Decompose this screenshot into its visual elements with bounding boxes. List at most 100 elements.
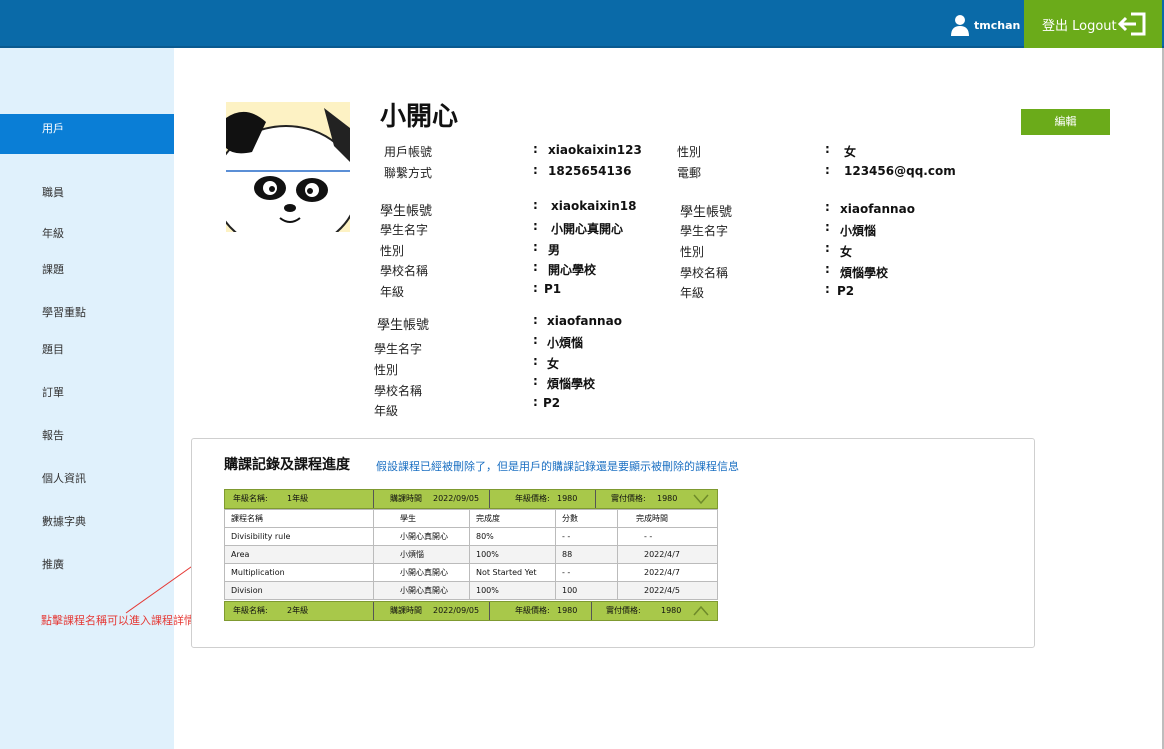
progress-cell: 80% bbox=[469, 527, 556, 546]
logout-label: 登出 Logout bbox=[1042, 18, 1117, 34]
student-gender-label: 性別 bbox=[374, 363, 399, 377]
table-row: Division 小開心真開心 100% 100 2022/4/5 bbox=[224, 581, 718, 600]
purchase-time-label: 購課時間 bbox=[390, 606, 422, 615]
column-header-completion-time: 完成時間 bbox=[617, 509, 718, 528]
course-name-link[interactable]: Multiplication bbox=[224, 563, 374, 582]
student-school-label: 學校名稱 bbox=[374, 384, 423, 398]
student-cell: 小開心真開心 bbox=[373, 527, 470, 546]
course-record-note: 假設課程已經被刪除了，但是用戶的購課記錄還是要顯示被刪除的課程信息 bbox=[376, 460, 739, 473]
student-school-label: 學校名稱 bbox=[380, 264, 429, 278]
score-cell: 100 bbox=[555, 581, 618, 600]
email-label: 電郵 bbox=[677, 166, 702, 180]
colon: : bbox=[533, 354, 538, 368]
paid-price-label: 實付價格: bbox=[606, 606, 641, 615]
grade-name: 1年級 bbox=[287, 494, 309, 503]
colon: : bbox=[825, 262, 830, 276]
student-account-label: 學生帳號 bbox=[377, 318, 430, 333]
course-name-link[interactable]: Divisibility rule bbox=[224, 527, 374, 546]
progress-cell: 100% bbox=[469, 545, 556, 564]
score-cell: - - bbox=[555, 563, 618, 582]
contact-value: 1825654136 bbox=[548, 164, 632, 178]
username: tmchan bbox=[974, 18, 1021, 32]
student-grade-value: P2 bbox=[543, 396, 561, 410]
colon: : bbox=[533, 219, 538, 233]
logout-icon bbox=[1118, 12, 1146, 36]
edit-button[interactable]: 編輯 bbox=[1021, 109, 1110, 135]
grade-name-label: 年級名稱: bbox=[233, 606, 268, 615]
student-grade-value: P1 bbox=[544, 282, 562, 296]
progress-cell: Not Started Yet bbox=[469, 563, 556, 582]
panda-avatar-image bbox=[226, 102, 350, 232]
divider bbox=[489, 602, 490, 620]
grade-name: 2年級 bbox=[287, 606, 309, 615]
colon: : bbox=[825, 142, 830, 156]
completion-time-cell: 2022/4/5 bbox=[617, 581, 718, 600]
avatar bbox=[226, 102, 350, 232]
colon: : bbox=[825, 220, 830, 234]
column-header-course: 課程名稱 bbox=[224, 509, 374, 528]
paid-price: 1980 bbox=[661, 606, 682, 615]
column-header-progress: 完成度 bbox=[469, 509, 556, 528]
student-account-value: xiaofannao bbox=[547, 314, 622, 328]
divider bbox=[489, 490, 490, 508]
student-grade-label: 年級 bbox=[680, 286, 705, 300]
contact-label: 聯繫方式 bbox=[384, 166, 433, 180]
grade-name-label: 年級名稱: bbox=[233, 494, 268, 503]
grade-row-2[interactable]: 年級名稱: 2年級 購課時間 2022/09/05 年級價格: 1980 實付價… bbox=[224, 601, 718, 621]
colon: : bbox=[533, 240, 538, 254]
student-account-label: 學生帳號 bbox=[380, 204, 433, 219]
student-grade-label: 年級 bbox=[380, 285, 405, 299]
colon: : bbox=[533, 313, 538, 327]
student-name-value: 小煩惱 bbox=[547, 336, 584, 350]
student-gender-label: 性別 bbox=[680, 245, 705, 259]
course-record-title: 購課記錄及課程進度 bbox=[224, 457, 350, 473]
student-cell: 小開心真開心 bbox=[373, 563, 470, 582]
table-row: Divisibility rule 小開心真開心 80% - - - - bbox=[224, 527, 718, 546]
student-name-label: 學生名字 bbox=[374, 342, 423, 356]
paid-price: 1980 bbox=[657, 494, 678, 503]
colon: : bbox=[825, 163, 830, 177]
student-gender-value: 女 bbox=[547, 357, 560, 371]
colon: : bbox=[825, 282, 830, 296]
purchase-time: 2022/09/05 bbox=[433, 606, 480, 615]
completion-time-cell: 2022/4/7 bbox=[617, 563, 718, 582]
student-name-label: 學生名字 bbox=[680, 224, 729, 238]
chevron-up-icon[interactable] bbox=[693, 605, 709, 617]
user-menu[interactable]: tmchan bbox=[950, 12, 1020, 38]
course-name-link[interactable]: Area bbox=[224, 545, 374, 564]
colon: : bbox=[533, 260, 538, 274]
grade-row-1[interactable]: 年級名稱: 1年級 購課時間 2022/09/05 年級價格: 1980 實付價… bbox=[224, 489, 718, 509]
grade-price-label: 年級價格: bbox=[515, 606, 550, 615]
colon: : bbox=[825, 241, 830, 255]
student-gender-value: 男 bbox=[548, 243, 561, 257]
student-grade-label: 年級 bbox=[374, 404, 399, 418]
colon: : bbox=[533, 395, 538, 409]
column-header-score: 分數 bbox=[555, 509, 618, 528]
table-row: Area 小煩惱 100% 88 2022/4/7 bbox=[224, 545, 718, 564]
colon: : bbox=[533, 163, 538, 177]
user-icon bbox=[951, 15, 969, 36]
user-name: 小開心 bbox=[380, 102, 459, 132]
score-cell: - - bbox=[555, 527, 618, 546]
colon: : bbox=[533, 198, 538, 212]
purchase-time: 2022/09/05 bbox=[433, 494, 480, 503]
annotation-note: 點擊課程名稱可以進入課程詳情 bbox=[41, 614, 195, 627]
divider bbox=[373, 602, 374, 620]
account-value: xiaokaixin123 bbox=[548, 143, 642, 157]
colon: : bbox=[533, 333, 538, 347]
student-account-value: xiaokaixin18 bbox=[551, 199, 637, 213]
student-school-value: 煩惱學校 bbox=[547, 377, 596, 391]
student-school-value: 開心學校 bbox=[548, 263, 597, 277]
colon: : bbox=[533, 142, 538, 156]
student-name-value: 小煩惱 bbox=[840, 224, 877, 238]
account-label: 用戶帳號 bbox=[384, 145, 433, 159]
colon: : bbox=[533, 374, 538, 388]
grade-price: 1980 bbox=[557, 494, 578, 503]
grade-price-label: 年級價格: bbox=[515, 494, 550, 503]
colon: : bbox=[533, 281, 538, 295]
completion-time-cell: 2022/4/7 bbox=[617, 545, 718, 564]
chevron-down-icon[interactable] bbox=[693, 493, 709, 505]
logout-button[interactable]: 登出 Logout bbox=[1024, 0, 1162, 48]
course-name-link[interactable]: Division bbox=[224, 581, 374, 600]
student-school-label: 學校名稱 bbox=[680, 266, 729, 280]
